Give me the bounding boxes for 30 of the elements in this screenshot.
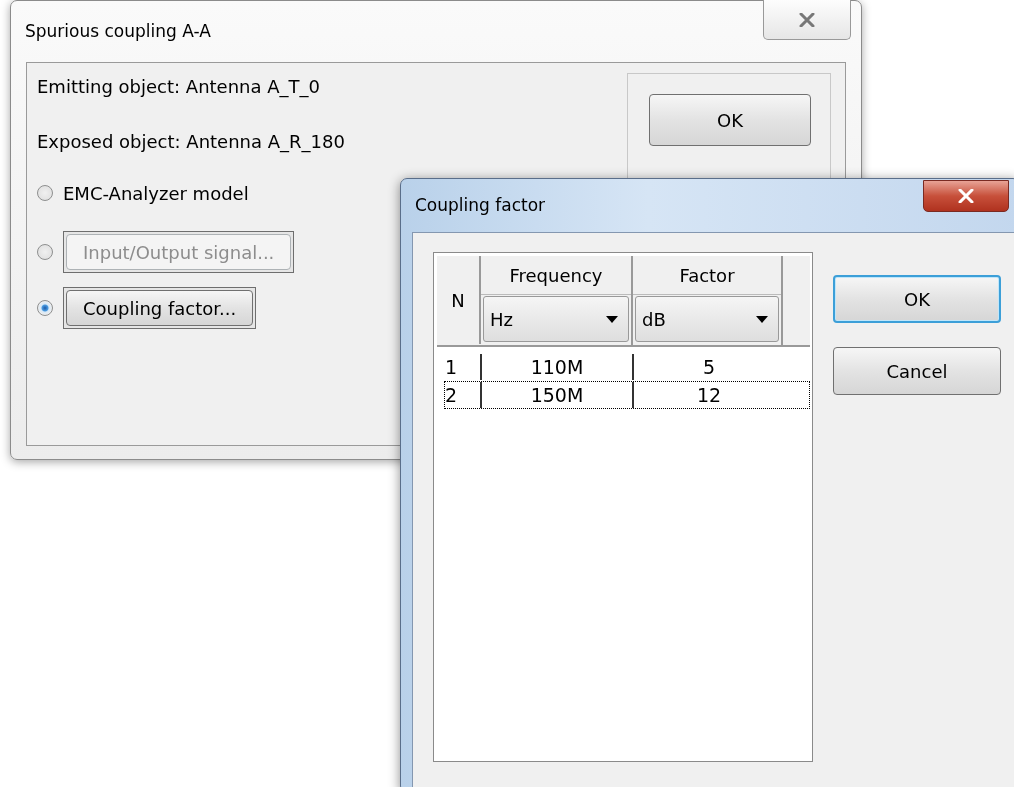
unit-dropdown[interactable]: Hz: [483, 296, 629, 342]
table-cell: 110M: [482, 354, 634, 380]
table-cell: 1: [445, 354, 482, 380]
column-header: Frequency: [481, 256, 631, 295]
window-title: Spurious coupling A-A: [25, 21, 211, 41]
column-header: N: [437, 256, 481, 344]
table-cell-text: 5: [701, 355, 717, 380]
exposed-object-label: Exposed object: Antenna A_R_180: [37, 130, 345, 155]
radio-button[interactable]: [37, 300, 53, 316]
option-label: EMC-Analyzer model: [63, 182, 249, 204]
table-row[interactable]: 2 150M 12: [444, 381, 810, 409]
unit-dropdown[interactable]: dB: [635, 296, 779, 342]
table-row[interactable]: 1 110M 5: [444, 353, 810, 381]
emitting-object-label: Emitting object: Antenna A_T_0: [37, 75, 322, 100]
close-button[interactable]: [763, 0, 851, 40]
table-cell: 150M: [482, 382, 634, 408]
column-header: Factor: [633, 256, 781, 295]
close-icon: [958, 189, 974, 203]
dialog-button[interactable]: OK: [833, 275, 1001, 323]
close-button[interactable]: [923, 180, 1009, 212]
radio-button[interactable]: [37, 185, 53, 201]
table-cell: 2: [445, 382, 482, 408]
window-title: Coupling factor: [415, 195, 546, 215]
close-icon: [799, 12, 815, 27]
dialog-button[interactable]: Cancel: [833, 347, 1001, 395]
caret-icon: [606, 315, 618, 323]
ok-button[interactable]: OK: [649, 94, 811, 146]
table-cell-text: 12: [695, 383, 723, 408]
caret-icon: [756, 315, 768, 323]
option-button[interactable]: Coupling factor...: [66, 290, 254, 326]
